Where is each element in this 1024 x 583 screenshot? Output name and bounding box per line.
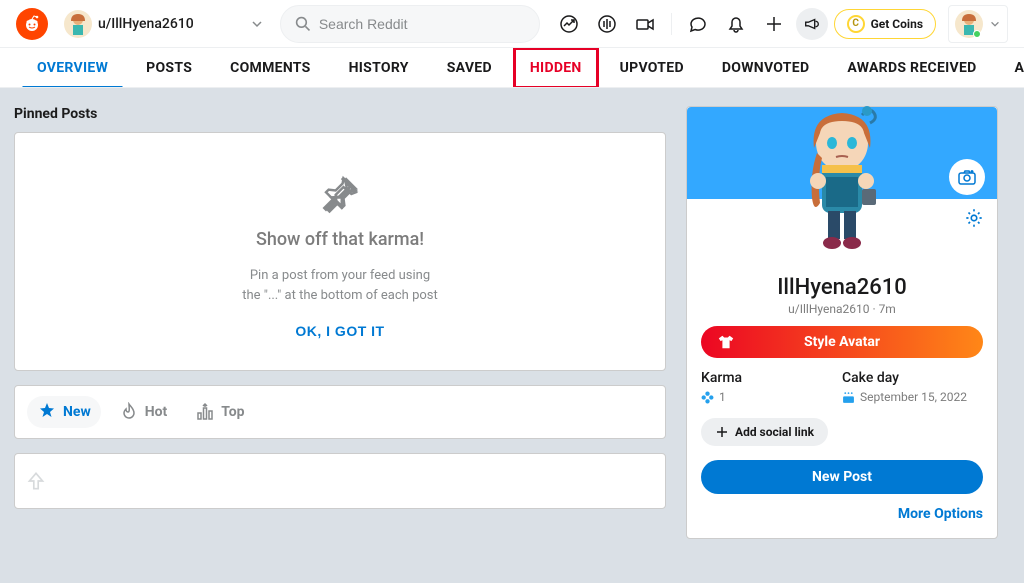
search-box[interactable]: [280, 5, 540, 43]
separator: [671, 13, 672, 35]
get-coins-button[interactable]: C Get Coins: [834, 9, 936, 39]
profile-avatar-large: [782, 103, 902, 265]
chat-icon[interactable]: [682, 8, 714, 40]
cakeday-value: September 15, 2022: [842, 390, 983, 404]
megaphone-icon[interactable]: [796, 8, 828, 40]
pinned-card: Show off that karma! Pin a post from you…: [14, 132, 666, 371]
user-profile-chip[interactable]: u/IllHyena2610: [56, 6, 202, 42]
ok-got-it-button[interactable]: OK, I GOT IT: [295, 323, 384, 339]
tab-comments[interactable]: COMMENTS: [213, 48, 327, 88]
sort-top[interactable]: Top: [185, 396, 254, 428]
tab-saved[interactable]: SAVED: [430, 48, 509, 88]
new-post-button[interactable]: New Post: [701, 460, 983, 494]
bell-icon[interactable]: [720, 8, 752, 40]
gear-icon[interactable]: [963, 207, 985, 229]
popular-icon[interactable]: [553, 8, 585, 40]
username-text: u/IllHyena2610: [98, 16, 194, 32]
profile-sidebar-card: IllHyena2610 u/IllHyena2610 · 7m Style A…: [686, 106, 998, 539]
shirt-icon: [717, 333, 735, 351]
cakeday-label: Cake day: [842, 370, 983, 386]
profile-display-name: IllHyena2610: [701, 275, 983, 300]
pushpin-icon: [35, 173, 645, 215]
cake-icon: [842, 391, 855, 404]
pinned-section-title: Pinned Posts: [14, 106, 666, 122]
online-indicator: [973, 30, 981, 38]
coin-icon[interactable]: [591, 8, 623, 40]
search-icon: [295, 15, 311, 33]
tab-upvoted[interactable]: UPVOTED: [603, 48, 701, 88]
avatar-sm: [64, 10, 92, 38]
search-input[interactable]: [319, 16, 525, 32]
tab-history[interactable]: HISTORY: [332, 48, 426, 88]
karma-value: 1: [701, 390, 842, 404]
pinned-heading: Show off that karma!: [35, 229, 645, 250]
style-avatar-button[interactable]: Style Avatar: [701, 326, 983, 358]
coin-icon-sm: C: [847, 15, 865, 33]
tab-downvoted[interactable]: DOWNVOTED: [705, 48, 826, 88]
pinned-desc: Pin a post from your feed using the "...…: [35, 266, 645, 305]
sort-hot[interactable]: Hot: [109, 396, 178, 428]
profile-handle: u/IllHyena2610 · 7m: [701, 302, 983, 316]
tab-overview[interactable]: OVERVIEW: [20, 48, 125, 88]
sort-bar: New Hot Top: [14, 385, 666, 439]
sort-new[interactable]: New: [27, 396, 101, 428]
add-social-link-button[interactable]: Add social link: [701, 418, 828, 446]
tab-posts[interactable]: POSTS: [129, 48, 209, 88]
profile-tabs: OVERVIEW POSTS COMMENTS HISTORY SAVED HI…: [0, 48, 1024, 88]
plus-icon[interactable]: [758, 8, 790, 40]
plus-icon: [715, 425, 729, 439]
video-icon[interactable]: [629, 8, 661, 40]
karma-label: Karma: [701, 370, 842, 386]
fire-icon: [119, 402, 139, 422]
camera-icon[interactable]: [949, 159, 985, 195]
chevron-down-icon: [989, 18, 1001, 30]
top-header: u/IllHyena2610 C Get Coins: [0, 0, 1024, 48]
top-icon: [195, 402, 215, 422]
reddit-logo[interactable]: [16, 8, 48, 40]
tab-hidden[interactable]: HIDDEN: [513, 48, 599, 88]
get-coins-label: Get Coins: [871, 17, 923, 31]
tab-awards-given[interactable]: AWARDS GIVEN: [998, 48, 1024, 88]
upvote-icon[interactable]: [25, 470, 47, 492]
more-options-button[interactable]: More Options: [701, 506, 983, 522]
flower-icon: [701, 391, 714, 404]
user-menu[interactable]: [948, 5, 1008, 43]
tab-awards-received[interactable]: AWARDS RECEIVED: [830, 48, 993, 88]
chevron-down-icon[interactable]: [250, 17, 264, 31]
post-placeholder: [14, 453, 666, 509]
new-icon: [37, 402, 57, 422]
